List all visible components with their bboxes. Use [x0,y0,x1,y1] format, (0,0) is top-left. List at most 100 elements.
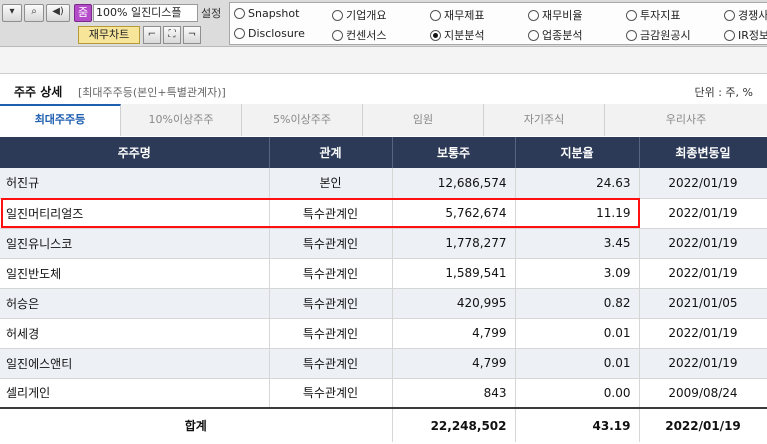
tab-10pct-shareholders[interactable]: 10%이상주주 [121,104,242,136]
radio-financial-ratios[interactable]: 재무비율 [528,7,582,23]
tab-executives[interactable]: 임원 [363,104,484,136]
toolbar: ▾ ⌕ ◀) 줌 100% 일진디스플 설정 재무차트 ⌐ ⛶ ¬ Snapsh… [0,0,767,47]
column-header[interactable]: 최종변동일 [639,137,767,168]
table-row[interactable]: 일진유니스코 특수관계인 1,778,277 3.45 2022/01/19 [0,228,767,259]
last-change-date: 2022/01/19 [639,198,767,229]
radio-circle-icon [332,29,343,41]
total-label: 합계 [0,407,393,442]
spacer-band [0,47,767,73]
speaker-icon[interactable]: ◀) [46,4,70,22]
shareholder-name: 일진에스앤티 [0,348,270,379]
table-row[interactable]: 일진반도체 특수관계인 1,589,541 3.09 2022/01/19 [0,258,767,289]
common-shares: 420,995 [392,288,516,319]
total-date: 2022/01/19 [639,407,767,442]
total-ratio: 43.19 [515,407,640,442]
last-change-date: 2009/08/24 [639,378,767,409]
unit-label: 단위 : 주, % [694,86,753,99]
radio-snapshot[interactable]: Snapshot [234,7,299,20]
settings-label[interactable]: 설정 [201,5,221,21]
common-shares: 843 [392,378,516,409]
column-header[interactable]: 지분율 [515,137,640,168]
ownership-ratio: 0.01 [515,348,640,379]
search-icon[interactable]: ⌕ [24,4,44,22]
section-title: 주주 상세 [14,85,63,99]
last-change-date: 2022/01/19 [639,348,767,379]
relation: 특수관계인 [269,228,393,259]
table-row[interactable]: 허승은 특수관계인 420,995 0.82 2021/01/05 [0,288,767,319]
radio-circle-icon [724,9,735,21]
zoom-icon[interactable]: 줌 [74,4,92,22]
column-header[interactable]: 주주명 [0,137,270,168]
ownership-ratio: 24.63 [515,168,640,199]
total-row: 합계 22,248,502 43.19 2022/01/19 [0,407,767,442]
radio-industry-analysis[interactable]: 업종분석 [528,27,582,43]
last-change-date: 2022/01/19 [639,228,767,259]
last-change-date: 2022/01/19 [639,318,767,349]
last-change-date: 2021/01/05 [639,288,767,319]
ownership-ratio: 0.00 [515,378,640,409]
corner-tr-icon[interactable]: ¬ [183,26,201,44]
relation: 본인 [269,168,393,199]
radio-circle-icon [528,9,539,21]
radio-investment-indicators[interactable]: 투자지표 [626,7,680,23]
radio-financial-statements[interactable]: 재무제표 [430,7,484,23]
radio-circle-icon [626,29,637,41]
table-row[interactable]: 허진규 본인 12,686,574 24.63 2022/01/19 [0,168,767,199]
relation: 특수관계인 [269,348,393,379]
ownership-ratio: 11.19 [515,198,640,229]
shareholder-table: 주주명 관계 보통주 지분율 최종변동일 허진규 본인 12,686,574 2… [0,137,767,442]
table-row[interactable]: 허세경 특수관계인 4,799 0.01 2022/01/19 [0,318,767,349]
radio-circle-icon [234,28,245,39]
relation: 특수관계인 [269,318,393,349]
shareholder-name: 일진반도체 [0,258,270,289]
relation: 특수관계인 [269,198,393,229]
table-row[interactable]: 일진에스앤티 특수관계인 4,799 0.01 2022/01/19 [0,348,767,379]
relation: 특수관계인 [269,378,393,409]
radio-circle-icon [332,9,343,21]
shareholder-name: 허승은 [0,288,270,319]
radio-circle-icon [528,29,539,41]
radio-competitors[interactable]: 경쟁사 [724,7,767,23]
shareholder-tabs: 최대주주등 10%이상주주 5%이상주주 임원 자기주식 우리사주 [0,104,767,136]
ownership-ratio: 3.09 [515,258,640,289]
ownership-ratio: 0.82 [515,288,640,319]
tab-largest-shareholders[interactable]: 최대주주등 [0,104,121,136]
table-row[interactable]: 일진머티리얼즈 특수관계인 5,762,674 11.19 2022/01/19 [0,198,767,229]
last-change-date: 2022/01/19 [639,168,767,199]
radio-equity-analysis[interactable]: 지분분석 [430,27,484,43]
common-shares: 1,589,541 [392,258,516,289]
common-shares: 4,799 [392,348,516,379]
tab-employee-stock[interactable]: 우리사주 [605,104,767,136]
corner-tl-icon[interactable]: ⌐ [143,26,161,44]
radio-ir-info[interactable]: IR정보 [724,27,767,43]
tab-5pct-shareholders[interactable]: 5%이상주주 [242,104,363,136]
section-header: 주주 상세 [최대주주등(본인+특별관계자)] 단위 : 주, % [0,73,767,103]
shareholder-name: 허세경 [0,318,270,349]
expand-icon[interactable]: ⛶ [163,26,181,44]
common-shares: 12,686,574 [392,168,516,199]
radio-consensus[interactable]: 컨센서스 [332,27,386,43]
zoom-stock-field[interactable]: 100% 일진디스플 [93,4,198,22]
radio-circle-icon [234,8,245,19]
common-shares: 4,799 [392,318,516,349]
radio-fss-disclosure[interactable]: 금감원공시 [626,27,691,43]
shareholder-name: 일진유니스코 [0,228,270,259]
financial-chart-button[interactable]: 재무차트 [78,26,140,44]
radio-disclosure[interactable]: Disclosure [234,27,305,40]
common-shares: 5,762,674 [392,198,516,229]
shareholder-name: 허진규 [0,168,270,199]
ownership-ratio: 3.45 [515,228,640,259]
radio-selected-icon [430,29,441,41]
radio-circle-icon [626,9,637,21]
common-shares: 1,778,277 [392,228,516,259]
radio-circle-icon [430,9,441,21]
dropdown-arrow-icon[interactable]: ▾ [2,4,22,22]
total-shares: 22,248,502 [392,407,516,442]
tab-treasury-stock[interactable]: 자기주식 [484,104,605,136]
column-header[interactable]: 보통주 [392,137,516,168]
table-row[interactable]: 셀리게인 특수관계인 843 0.00 2009/08/24 [0,378,767,409]
ownership-ratio: 0.01 [515,318,640,349]
column-header[interactable]: 관계 [269,137,393,168]
radio-company-overview[interactable]: 기업개요 [332,7,386,23]
view-selector-panel: Snapshot 기업개요 재무제표 재무비율 투자지표 경쟁사 Disclos… [229,2,767,45]
